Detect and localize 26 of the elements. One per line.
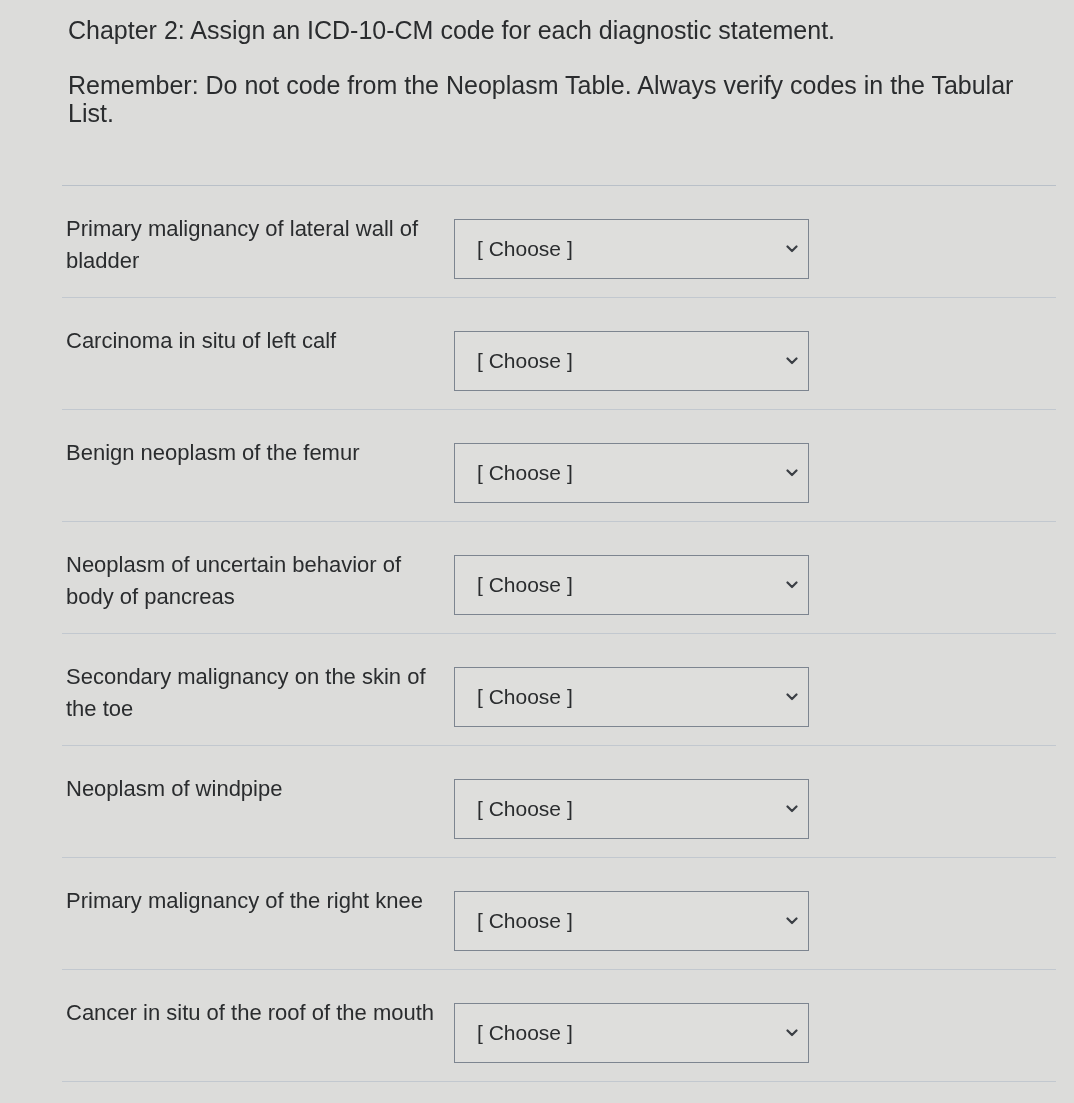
code-dropdown[interactable]: [ Choose ] [454,219,809,279]
code-dropdown[interactable]: [ Choose ] [454,779,809,839]
chevron-down-icon [786,693,798,701]
diagnostic-statement: Cancer in situ of the roof of the mouth [65,999,436,1027]
diagnostic-statement: Neoplasm of uncertain behavior of body of pancreas [65,551,403,611]
chevron-down-icon [786,357,798,365]
code-dropdown[interactable]: [ Choose ] [454,555,809,615]
diagnostic-statement: Primary malignancy of the right knee [65,887,425,915]
code-dropdown[interactable]: [ Choose ] [454,667,809,727]
chevron-down-icon [786,917,798,925]
chevron-down-icon [786,805,798,813]
diagnostic-statement: Primary malignancy of lateral wall of bladder [65,215,420,275]
question-title: Chapter 2: Assign an ICD-10-CM code for each diagnostic statement. [68,15,837,46]
diagnostic-statement: Carcinoma in situ of left calf [65,327,338,355]
chevron-down-icon [786,1029,798,1037]
code-dropdown[interactable]: [ Choose ] [454,1003,809,1063]
code-dropdown[interactable]: [ Choose ] [454,443,809,503]
code-dropdown[interactable]: [ Choose ] [454,891,809,951]
chevron-down-icon [786,469,798,477]
diagnostic-statement: Benign neoplasm of the femur [65,439,361,467]
diagnostic-statement: Neoplasm of windpipe [65,775,284,803]
chevron-down-icon [786,581,798,589]
chevron-down-icon [786,245,798,253]
code-dropdown[interactable]: [ Choose ] [454,331,809,391]
instructions-text: Remember: Do not code from the Neoplasm Table. Always verify codes in the Tabular List. [68,71,1015,127]
diagnostic-statement: Secondary malignancy on the skin of the toe [65,663,427,723]
